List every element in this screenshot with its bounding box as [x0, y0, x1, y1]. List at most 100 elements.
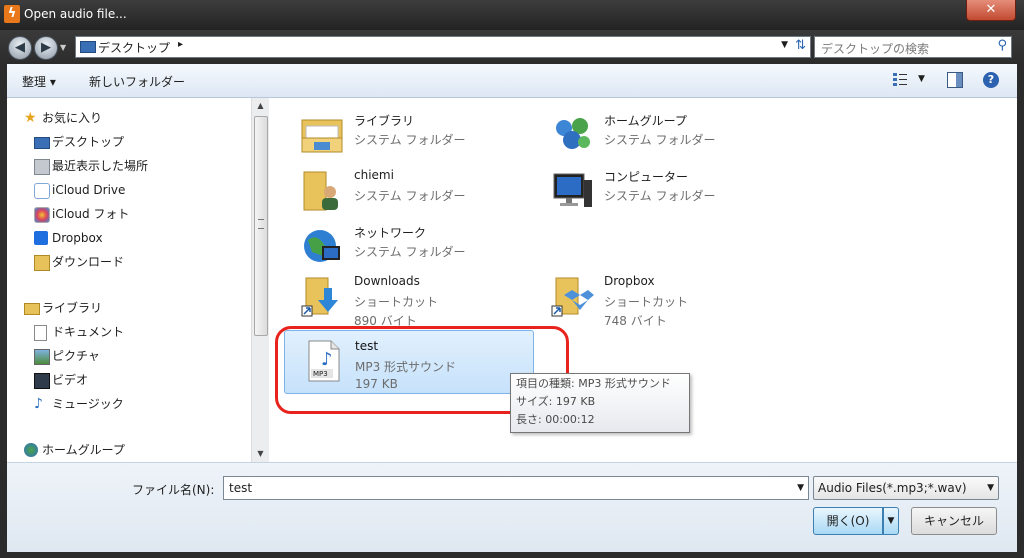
- scroll-down-icon[interactable]: ▼: [252, 446, 269, 462]
- network-globe-icon: [304, 230, 340, 262]
- help-icon[interactable]: ?: [983, 72, 999, 88]
- file-tooltip: 項目の種類: MP3 形式サウンド サイズ: 197 KB 長さ: 00:00:…: [510, 373, 690, 433]
- address-row: ◀ ▶ ▼ デスクトップ ▸ ▼ ⇅ デスクトップの検索 ⚲: [0, 30, 1024, 64]
- documents-icon: [34, 325, 47, 341]
- search-placeholder: デスクトップの検索: [821, 42, 930, 56]
- user-folder-icon: [303, 171, 338, 211]
- tooltip-size: サイズ: 197 KB: [516, 395, 596, 408]
- file-name: Downloads: [354, 274, 420, 288]
- filetype-select[interactable]: Audio Files(*.mp3;*.wav) ▼: [813, 476, 999, 500]
- sidebar-header-label: お気に入り: [42, 111, 103, 125]
- file-item-library[interactable]: ライブラリ システム フォルダー: [284, 104, 532, 158]
- file-name: chiemi: [354, 168, 394, 182]
- cancel-button[interactable]: キャンセル: [911, 507, 997, 535]
- file-name: ライブラリ: [354, 114, 415, 128]
- file-name: ネットワーク: [354, 226, 427, 240]
- file-type: ショートカット: [354, 295, 439, 309]
- organize-button[interactable]: 整理 ▾: [22, 73, 56, 90]
- file-name: ホームグループ: [604, 114, 687, 128]
- homegroup-icon: [556, 118, 590, 149]
- file-type: ショートカット: [604, 295, 689, 309]
- filename-dropdown-icon[interactable]: ▼: [797, 483, 804, 493]
- breadcrumb-chevron-icon[interactable]: ▸: [178, 39, 183, 50]
- open-dropdown-icon[interactable]: ▼: [883, 507, 899, 535]
- file-item-downloads[interactable]: Downloads ショートカット 890 バイト: [284, 266, 532, 328]
- sidebar-header-label: ホームグループ: [42, 443, 125, 457]
- refresh-icon[interactable]: ⇅: [795, 38, 806, 53]
- filename-bar: ファイル名(N): test ▼ Audio Files(*.mp3;*.wav…: [7, 462, 1017, 552]
- forward-button[interactable]: ▶: [34, 36, 58, 60]
- navigation-pane: ★ お気に入り デスクトップ 最近表示した場所 iCloud Drive iCl…: [7, 98, 251, 462]
- downloads-shortcut-icon: [301, 277, 338, 317]
- icloud-photos-icon: [34, 207, 50, 223]
- filetype-dropdown-icon: ▼: [987, 483, 994, 493]
- file-item-chiemi[interactable]: chiemi システム フォルダー: [284, 160, 532, 214]
- history-dropdown-icon[interactable]: ▼: [60, 43, 66, 52]
- file-item-network[interactable]: ネットワーク システム フォルダー: [284, 216, 532, 270]
- filetype-value: Audio Files(*.mp3;*.wav): [818, 481, 967, 495]
- dropbox-icon: [34, 231, 48, 245]
- sidebar-header-label: ライブラリ: [42, 301, 103, 315]
- library-folder-icon: [301, 119, 343, 153]
- sidebar-item-label: Dropbox: [52, 231, 103, 245]
- address-dropdown-icon[interactable]: ▼: [781, 40, 788, 50]
- file-type: システム フォルダー: [354, 245, 466, 259]
- file-item-homegroup[interactable]: ホームグループ システム フォルダー: [534, 104, 782, 158]
- file-type: システム フォルダー: [354, 189, 466, 203]
- redaction-blob: [528, 207, 733, 265]
- tooltip-duration: 長さ: 00:00:12: [516, 413, 595, 426]
- dropbox-shortcut-icon: [551, 277, 594, 317]
- navigation-scrollbar[interactable]: ▲ ▼: [251, 98, 269, 462]
- app-lightning-icon: ϟ: [4, 5, 20, 23]
- file-item-computer[interactable]: コンピューター システム フォルダー: [534, 160, 782, 214]
- new-folder-button[interactable]: 新しいフォルダー: [89, 73, 185, 90]
- filename-field[interactable]: test ▼: [223, 476, 809, 500]
- file-name: Dropbox: [604, 274, 655, 288]
- filename-value: test: [229, 481, 253, 495]
- view-dropdown-icon[interactable]: ▼: [918, 74, 925, 84]
- sidebar-item-label: 最近表示した場所: [52, 159, 149, 173]
- sidebar-item-label: ピクチャ: [52, 349, 100, 363]
- icloud-icon: [34, 183, 50, 199]
- scroll-thumb[interactable]: [254, 116, 268, 336]
- address-bar[interactable]: デスクトップ ▸ ▼ ⇅: [75, 36, 811, 58]
- back-button[interactable]: ◀: [8, 36, 32, 60]
- search-icon[interactable]: ⚲: [997, 38, 1007, 53]
- file-size: 748 バイト: [604, 314, 667, 328]
- sidebar-item-label: iCloud フォト: [52, 207, 130, 221]
- command-bar: 整理 ▾ 新しいフォルダー ▼ ?: [7, 64, 1017, 98]
- star-icon: ★: [24, 110, 37, 126]
- sidebar-item-label: ドキュメント: [52, 325, 125, 339]
- recent-places-icon: [34, 159, 50, 175]
- window-title: Open audio file...: [24, 7, 127, 21]
- music-icon: ♪: [34, 396, 43, 412]
- close-button[interactable]: ✕: [966, 0, 1016, 21]
- sidebar-item-label: デスクトップ: [52, 135, 125, 149]
- address-path: デスクトップ: [98, 41, 171, 55]
- search-input[interactable]: デスクトップの検索 ⚲: [814, 36, 1012, 58]
- open-button[interactable]: 開く(O): [813, 507, 883, 535]
- sidebar-item-label: ミュージック: [52, 397, 124, 411]
- tooltip-type: 項目の種類: MP3 形式サウンド: [516, 377, 671, 390]
- file-type: システム フォルダー: [604, 133, 716, 147]
- desktop-icon: [34, 137, 50, 149]
- file-type: システム フォルダー: [604, 189, 716, 203]
- pictures-icon: [34, 349, 50, 365]
- downloads-icon: [34, 255, 50, 271]
- sidebar-item-label: ダウンロード: [52, 255, 125, 269]
- scroll-up-icon[interactable]: ▲: [252, 98, 269, 114]
- homegroup-icon: [24, 443, 38, 457]
- title-bar[interactable]: ϟ Open audio file... ✕: [0, 0, 1024, 30]
- desktop-icon: [80, 41, 96, 53]
- dialog-body: 整理 ▾ 新しいフォルダー ▼ ? ★ お気に入り デスクトップ 最近表示した場…: [7, 64, 1017, 552]
- sidebar-item-label: iCloud Drive: [52, 183, 126, 197]
- open-audio-dialog: ϟ Open audio file... ✕ ◀ ▶ ▼ デスクトップ ▸ ▼ …: [0, 0, 1024, 558]
- file-name: コンピューター: [604, 170, 689, 184]
- library-icon: [24, 303, 40, 315]
- preview-pane-icon[interactable]: [947, 72, 963, 88]
- grip-icon: [258, 219, 264, 229]
- file-item-dropbox[interactable]: Dropbox ショートカット 748 バイト: [534, 266, 782, 328]
- change-view-icon[interactable]: [892, 71, 908, 87]
- sidebar-item-label: ビデオ: [52, 373, 89, 387]
- filename-label: ファイル名(N):: [132, 483, 215, 497]
